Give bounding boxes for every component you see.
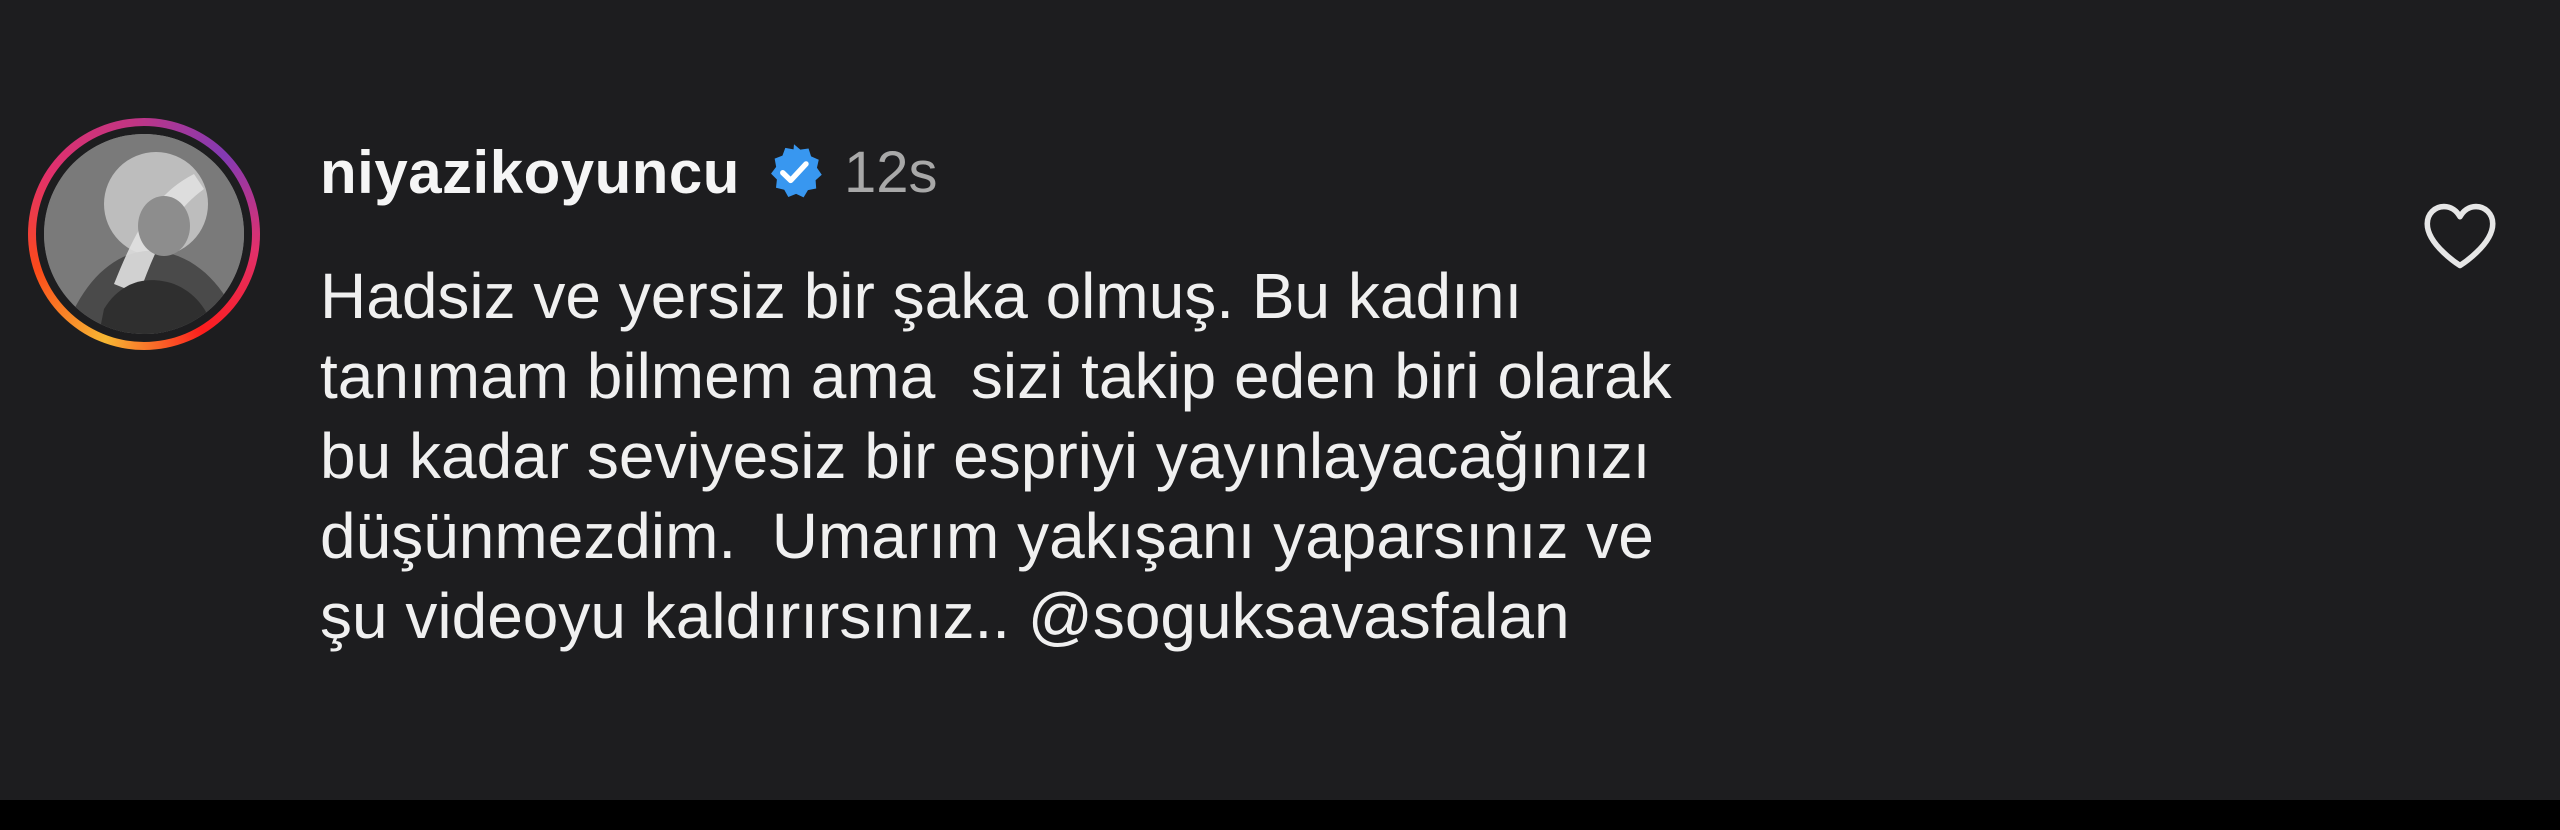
avatar-frame bbox=[36, 126, 252, 342]
comment-line: şu videoyu kaldırırsınız.. @soguksavasfa… bbox=[320, 580, 1570, 652]
username[interactable]: niyazikoyuncu bbox=[320, 138, 740, 207]
heart-outline-icon bbox=[2424, 203, 2496, 269]
story-ring[interactable] bbox=[28, 118, 260, 350]
verified-badge-icon bbox=[764, 142, 824, 202]
comment-line: bu kadar seviyesiz bir espriyi yayınlaya… bbox=[320, 420, 1651, 492]
like-button[interactable] bbox=[2420, 200, 2500, 272]
comment-timestamp: 12s bbox=[843, 139, 938, 205]
profile-photo-icon bbox=[44, 134, 244, 334]
comment-line: tanımam bilmem ama sizi takip eden biri … bbox=[320, 340, 1672, 412]
comment-line: Hadsiz ve yersiz bir şaka olmuş. Bu kadı… bbox=[320, 260, 1523, 332]
comment-header: niyazikoyuncu 12s bbox=[320, 132, 937, 212]
comment-screen: niyazikoyuncu 12s Hadsiz ve yersiz bir ş… bbox=[0, 0, 2560, 800]
comment-line: düşünmezdim. Umarım yakışanı yaparsınız … bbox=[320, 500, 1654, 572]
avatar[interactable] bbox=[44, 134, 244, 334]
bottom-bar bbox=[0, 800, 2560, 830]
comment-text: Hadsiz ve yersiz bir şaka olmuş. Bu kadı… bbox=[320, 256, 2320, 656]
